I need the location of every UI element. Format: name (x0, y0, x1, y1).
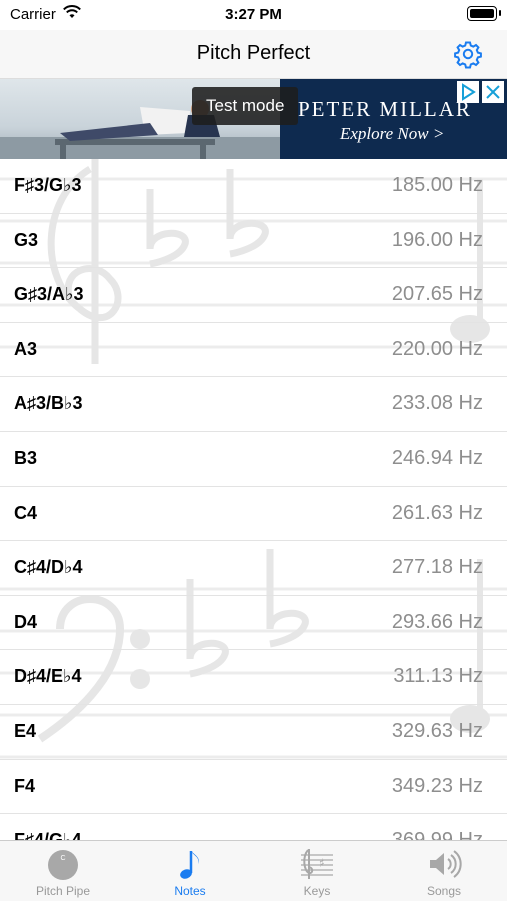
svg-text:♯: ♯ (319, 856, 325, 870)
ad-brand-name: PETER MILLAR (298, 97, 472, 121)
note-frequency: 220.00 Hz (391, 337, 483, 360)
note-frequency: 246.94 Hz (391, 446, 483, 469)
note-frequency: 349.23 Hz (391, 774, 483, 797)
note-name: A3 (14, 338, 38, 359)
ad-banner[interactable]: PETER MILLAR Explore Now > Test mode (0, 79, 507, 159)
clock: 3:27 PM (225, 6, 282, 23)
speaker-icon (430, 850, 462, 878)
note-row[interactable]: F♯4/G♭4 369.99 Hz (0, 814, 507, 840)
note-frequency: 293.66 Hz (391, 610, 483, 633)
note-row[interactable]: A♯3/B♭3 233.08 Hz (0, 377, 507, 432)
tab-songs[interactable]: Songs (381, 841, 507, 901)
svg-text:C: C (60, 855, 65, 862)
status-bar: Carrier 3:27 PM (0, 0, 507, 30)
note-frequency: 207.65 Hz (391, 283, 483, 306)
note-name: E4 (14, 720, 37, 741)
note-frequency: 369.99 Hz (392, 814, 483, 840)
close-icon[interactable] (482, 81, 504, 103)
note-frequency: 277.18 Hz (391, 556, 483, 579)
gear-icon[interactable] (453, 39, 483, 69)
note-row[interactable]: G3 196.00 Hz (0, 214, 507, 269)
note-frequency: 311.13 Hz (393, 665, 483, 688)
note-row[interactable]: C♯4/D♭4 277.18 Hz (0, 541, 507, 596)
note-row[interactable]: D4 293.66 Hz (0, 596, 507, 651)
note-name: B3 (14, 447, 38, 468)
page-title: Pitch Perfect (196, 42, 311, 64)
battery-tip (499, 10, 501, 16)
note-frequency: 233.08 Hz (391, 392, 483, 415)
note-frequency: 196.00 Hz (391, 228, 483, 251)
music-note-icon (180, 851, 199, 879)
keys-staff-icon: ♯ (301, 849, 333, 879)
note-name: F♯4/G♭4 (14, 814, 82, 840)
note-name: G3 (14, 229, 39, 250)
tab-keys[interactable]: ♯ Keys (254, 841, 380, 901)
note-name: D4 (14, 611, 38, 632)
note-name: A♯3/B♭3 (14, 393, 83, 414)
test-mode-badge: Test mode (192, 87, 299, 125)
note-name: C♯4/D♭4 (14, 557, 83, 578)
tab-label: Keys (303, 884, 331, 898)
pitch-pipe-icon: C (48, 850, 78, 880)
tab-bar: C Pitch Pipe Notes ♯ Keys Songs (0, 840, 507, 901)
note-name: C4 (14, 502, 38, 523)
tab-label: Pitch Pipe (35, 884, 91, 898)
note-name: F4 (14, 775, 36, 796)
note-row[interactable]: G♯3/A♭3 207.65 Hz (0, 268, 507, 323)
ad-cta[interactable]: Explore Now > (340, 124, 444, 144)
note-name: D♯4/E♭4 (14, 666, 82, 687)
note-row[interactable]: A3 220.00 Hz (0, 323, 507, 378)
note-name: F♯3/G♭3 (14, 175, 82, 195)
battery-icon (467, 6, 497, 21)
note-frequency: 329.63 Hz (391, 719, 483, 742)
note-row[interactable]: C4 261.63 Hz (0, 487, 507, 542)
tab-label: Notes (174, 884, 206, 898)
navigation-bar: Pitch Perfect (0, 30, 507, 79)
tab-pitch-pipe[interactable]: C Pitch Pipe (0, 841, 126, 901)
note-row[interactable]: F♯3/G♭3 185.00 Hz (0, 159, 507, 214)
note-row[interactable]: E4 329.63 Hz (0, 705, 507, 760)
note-frequency: 185.00 Hz (391, 174, 483, 196)
tab-notes[interactable]: Notes (127, 841, 253, 901)
note-name: G♯3/A♭3 (14, 284, 84, 305)
note-frequency: 261.63 Hz (391, 501, 483, 524)
adchoices-icon[interactable] (457, 81, 479, 103)
tab-label: Songs (426, 884, 462, 898)
notes-list[interactable]: F♯3/G♭3 185.00 Hz G3 196.00 Hz G♯3/A♭3 2… (0, 159, 507, 840)
note-row[interactable]: D♯4/E♭4 311.13 Hz (0, 650, 507, 705)
note-row[interactable]: F4 349.23 Hz (0, 760, 507, 815)
note-row[interactable]: B3 246.94 Hz (0, 432, 507, 487)
